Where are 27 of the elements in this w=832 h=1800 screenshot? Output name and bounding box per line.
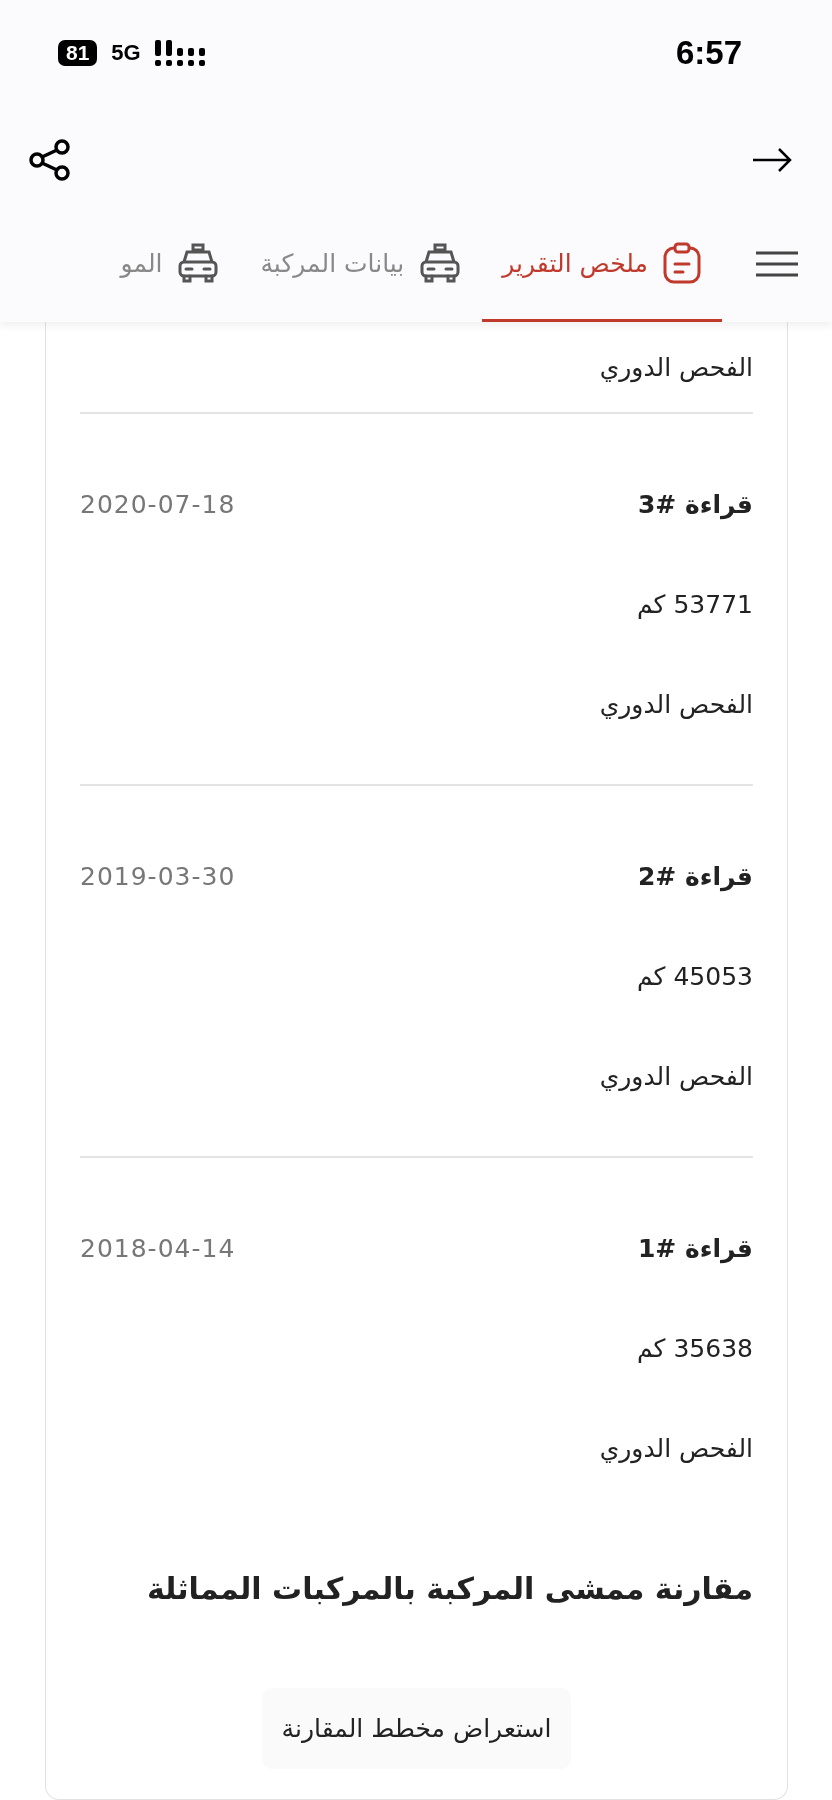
reading-title: قراءة #3 [637, 489, 753, 519]
inspection-type: الفحص الدوري [599, 1433, 753, 1463]
odometer-reading: 35638 كم [636, 1333, 753, 1363]
share-icon[interactable] [28, 138, 72, 182]
reading-title: قراءة #2 [637, 861, 753, 891]
clock-time: 6:57 [675, 33, 742, 72]
car-icon [176, 242, 221, 284]
back-arrow-icon[interactable] [752, 147, 792, 173]
reading-date: 2018-04-14 [80, 1233, 236, 1263]
car-icon [418, 242, 463, 284]
battery-level: 81 [58, 39, 98, 66]
network-type: 5G [111, 39, 141, 66]
signal-icon [154, 39, 205, 66]
reading-date: 2020-07-18 [80, 489, 236, 519]
tab[interactable]: بيانات المركبة [240, 215, 483, 322]
comparison-heading: مقارنة ممشى المركبة بالمركبات المماثلة [145, 1569, 753, 1608]
tab[interactable]: المو [100, 215, 241, 322]
inspection-type: الفحص الدوري [599, 689, 753, 719]
inspection-type: الفحص الدوري [599, 1061, 753, 1091]
view-chart-button[interactable]: استعراض مخطط المقارنة [261, 1688, 572, 1769]
tab[interactable]: ملخص التقرير [482, 215, 722, 322]
reading-date: 2019-03-30 [80, 861, 236, 891]
inspection-type: الفحص الدوري [599, 352, 753, 382]
clipboard-icon [662, 242, 702, 284]
odometer-reading: 53771 كم [636, 589, 753, 619]
odometer-reading: 45053 كم [636, 961, 753, 991]
reading-title: قراءة #1 [637, 1233, 753, 1263]
